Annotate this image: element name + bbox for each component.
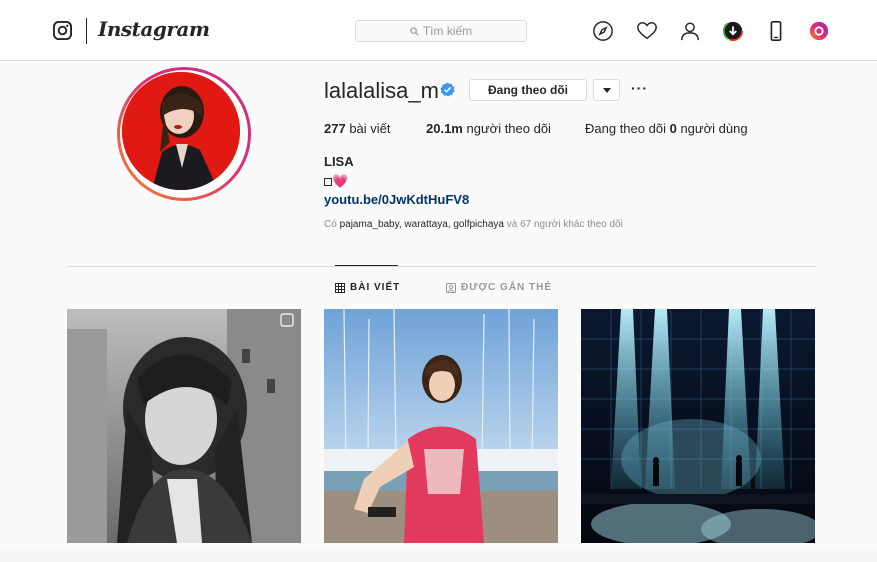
profile-username: lalalalisa_m bbox=[324, 78, 439, 103]
tagged-person-icon bbox=[446, 282, 456, 293]
heart-emoji-icon: 💗 bbox=[332, 173, 349, 189]
tab-tagged[interactable]: ĐƯỢC GẮN THẺ bbox=[446, 282, 552, 293]
profile-avatar[interactable] bbox=[117, 67, 251, 201]
bottom-bar bbox=[0, 551, 877, 562]
instagram-wordmark[interactable]: Instagram bbox=[98, 17, 210, 41]
suggestions-dropdown-button[interactable] bbox=[593, 79, 620, 101]
followed-by-text[interactable]: Có pajama_baby, warattaya, golfpichaya v… bbox=[324, 219, 623, 230]
active-tab-indicator bbox=[335, 265, 398, 266]
grid-icon bbox=[335, 282, 345, 293]
profile-bio: 💗 bbox=[324, 173, 348, 190]
extension-icon[interactable] bbox=[808, 20, 830, 42]
compass-icon[interactable] bbox=[592, 20, 614, 42]
profile-link[interactable]: youtu.be/0JwKdtHuFV8 bbox=[324, 192, 469, 207]
tabs-divider bbox=[67, 266, 816, 267]
mobile-icon[interactable] bbox=[765, 20, 787, 42]
search-icon bbox=[410, 26, 419, 36]
posts-count: 277 bài viết bbox=[324, 121, 391, 136]
avatar-photo bbox=[122, 72, 240, 190]
tab-posts[interactable]: BÀI VIẾT bbox=[335, 282, 400, 293]
following-button[interactable]: Đang theo dõi bbox=[469, 79, 587, 101]
following-count[interactable]: Đang theo dõi 0 người dùng bbox=[585, 121, 748, 136]
caret-down-icon bbox=[602, 87, 611, 93]
download-icon[interactable] bbox=[722, 20, 744, 42]
more-options-button[interactable]: ··· bbox=[631, 80, 648, 96]
post-thumbnail[interactable] bbox=[581, 309, 815, 543]
instagram-logo-icon[interactable] bbox=[53, 21, 72, 40]
missing-glyph-icon bbox=[324, 177, 332, 186]
verified-badge-icon bbox=[440, 82, 455, 97]
person-icon[interactable] bbox=[679, 20, 701, 42]
search-input[interactable]: Tìm kiếm bbox=[355, 20, 527, 42]
post-thumbnail[interactable] bbox=[67, 309, 301, 543]
profile-full-name: LISA bbox=[324, 154, 354, 169]
post-thumbnail[interactable] bbox=[324, 309, 558, 543]
followers-count[interactable]: 20.1m người theo dõi bbox=[426, 121, 551, 136]
search-placeholder: Tìm kiếm bbox=[422, 24, 473, 38]
top-navigation: Instagram Tìm kiếm bbox=[0, 0, 877, 61]
heart-icon[interactable] bbox=[636, 20, 658, 42]
logo-divider bbox=[86, 18, 87, 44]
